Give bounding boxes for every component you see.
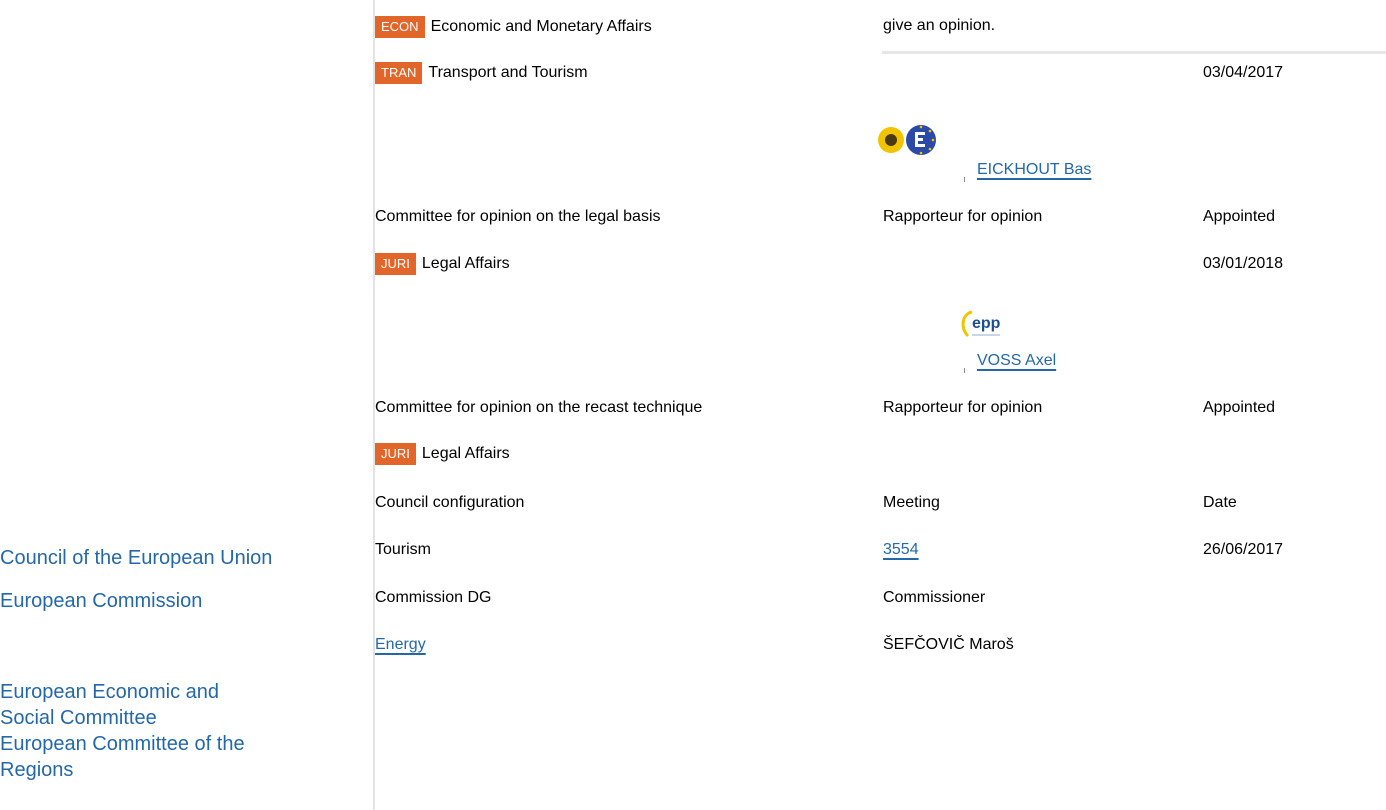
commission-dg-header: Commission DG (375, 589, 492, 606)
sidebar-link-cor-line2[interactable]: Regions (0, 757, 73, 783)
sidebar-link-council[interactable]: Council of the European Union (0, 545, 272, 571)
committee-badge-tran[interactable]: TRAN (375, 62, 423, 84)
rapporteur-link-eickhout[interactable]: EICKHOUT Bas (977, 160, 1091, 180)
juri-recast-row: JURI Legal Affairs (375, 442, 510, 466)
sidebar-link-eesc-line1[interactable]: European Economic and (0, 679, 219, 705)
committee-name-tran: Transport and Tourism (428, 64, 588, 81)
left-panel: Council of the European Union European C… (0, 0, 373, 810)
council-date-value: 26/06/2017 (1203, 541, 1284, 558)
logo-tick (964, 177, 965, 182)
commissioner-name: ŠEFČOVIČ Maroš (883, 636, 1014, 653)
juri-date: 03/01/2018 (1203, 255, 1284, 272)
logo-tick (964, 368, 965, 373)
juri-legal-basis-row: JURI Legal Affairs (375, 252, 510, 276)
econ-committee-row: ECON Economic and Monetary Affairs (375, 15, 652, 39)
econ-note: give an opinion. (883, 17, 996, 34)
committee-name-juri: Legal Affairs (421, 255, 510, 272)
sidebar-link-eesc-line2[interactable]: Social Committee (0, 705, 157, 731)
recast-col-appointed: Appointed (1203, 399, 1276, 416)
recast-col-rapporteur: Rapporteur for opinion (883, 399, 1043, 416)
legal-basis-col-appointed: Appointed (1203, 208, 1276, 225)
council-config-value: Tourism (375, 541, 432, 558)
epp-logo-icon: epp (961, 310, 1001, 338)
council-config-header: Council configuration (375, 494, 525, 511)
committee-name-juri-recast: Legal Affairs (421, 445, 510, 462)
tran-date: 03/04/2017 (1203, 64, 1284, 81)
greens-efa-logo-icon (878, 125, 936, 155)
row-divider (882, 51, 1386, 54)
committee-badge-juri[interactable]: JURI (375, 253, 416, 275)
sidebar-link-commission[interactable]: European Commission (0, 588, 202, 614)
recast-heading: Committee for opinion on the recast tech… (375, 399, 703, 416)
council-meeting-link[interactable]: 3554 (883, 540, 919, 560)
council-meeting-header: Meeting (883, 494, 940, 511)
commissioner-header: Commissioner (883, 589, 986, 606)
legal-basis-col-rapporteur: Rapporteur for opinion (883, 208, 1043, 225)
epp-logo-text: epp (972, 315, 1001, 332)
rapporteur-link-voss[interactable]: VOSS Axel (977, 351, 1056, 371)
committee-name-econ: Economic and Monetary Affairs (430, 18, 652, 35)
tran-committee-row: TRAN Transport and Tourism (375, 61, 588, 85)
committee-badge-juri-recast[interactable]: JURI (375, 443, 416, 465)
commission-dg-link[interactable]: Energy (375, 635, 426, 655)
legal-basis-heading: Committee for opinion on the legal basis (375, 208, 661, 225)
council-date-header: Date (1203, 494, 1237, 511)
committee-badge-econ[interactable]: ECON (375, 16, 425, 38)
sidebar-link-cor-line1[interactable]: European Committee of the (0, 731, 245, 757)
